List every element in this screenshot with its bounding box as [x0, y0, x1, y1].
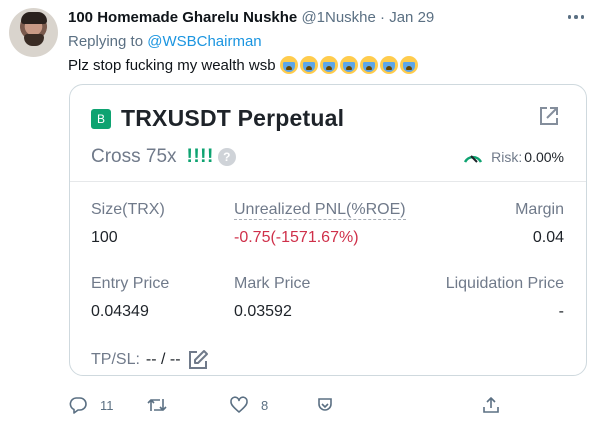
size-label: Size(TRX) [91, 201, 165, 218]
crying-emoji-icon [319, 56, 338, 74]
reply-button[interactable]: 11 [68, 396, 114, 414]
card-divider [70, 181, 586, 182]
crying-emoji-icon [399, 56, 418, 74]
margin-mode: Cross 75x !!!! ? [91, 146, 236, 168]
tpsl-row: TP/SL: -- / -- [91, 349, 209, 371]
crying-emoji-icon [299, 56, 318, 74]
tweet[interactable]: 100 Homemade Gharelu Nuskhe @1Nuskhe · J… [0, 0, 600, 426]
risk-value: 0.00% [524, 149, 564, 165]
margin-mode-text: Cross 75x [91, 146, 177, 167]
tweet-actions: 11 8 [0, 396, 600, 416]
entry-price-label: Entry Price [91, 275, 170, 292]
leverage-warning: !!!! [186, 146, 214, 167]
crying-emoji-icon [339, 56, 358, 74]
reply-icon [69, 397, 87, 414]
like-button[interactable]: 8 [229, 396, 268, 414]
entry-price-value: 0.04349 [91, 303, 149, 320]
replying-to: Replying to @WSBChairman [68, 33, 262, 50]
separator-dot: · [380, 9, 386, 26]
more-icon[interactable] [566, 10, 586, 24]
avatar-beard [24, 34, 44, 46]
tip-button[interactable] [315, 396, 335, 414]
crying-emojis [279, 56, 418, 74]
tip-icon [318, 398, 332, 411]
crying-emoji-icon [359, 56, 378, 74]
margin-value: 0.04 [532, 229, 564, 246]
tweet-text: Plz stop fucking my wealth wsb [68, 56, 418, 74]
pnl-label-text: Unrealized PNL(%ROE) [234, 201, 406, 220]
reply-count: 11 [100, 397, 114, 413]
tweet-header: 100 Homemade Gharelu Nuskhe @1Nuskhe · J… [68, 9, 434, 26]
card-title: TRXUSDT Perpetual [121, 105, 345, 131]
tweet-text-body: Plz stop fucking my wealth wsb [68, 56, 276, 74]
like-count: 8 [261, 397, 269, 413]
tweet-date[interactable]: Jan 29 [389, 9, 434, 26]
retweet-icon [147, 399, 167, 411]
media-card[interactable]: B TRXUSDT Perpetual Cross 75x !!!! ? Ris… [69, 84, 587, 376]
pnl-label: Unrealized PNL(%ROE) [234, 201, 406, 220]
author-handle[interactable]: @1Nuskhe [301, 9, 375, 26]
crying-emoji-icon [279, 56, 298, 74]
risk-label: Risk: [491, 149, 523, 165]
mark-price-value: 0.03592 [234, 303, 292, 320]
expand-icon[interactable] [538, 105, 560, 127]
avatar[interactable] [9, 8, 58, 57]
edit-icon[interactable] [187, 349, 209, 371]
mark-price-label: Mark Price [234, 275, 311, 292]
liquidation-price-value: - [558, 303, 564, 320]
help-icon[interactable]: ? [217, 148, 236, 166]
retweet-button[interactable] [146, 396, 180, 414]
share-button[interactable] [481, 396, 501, 414]
avatar-hair [21, 12, 47, 24]
size-value: 100 [91, 229, 118, 246]
replying-prefix: Replying to [68, 33, 144, 50]
card-header: B TRXUSDT Perpetual [91, 105, 344, 132]
risk-gauge-icon [464, 155, 483, 163]
margin-label: Margin [515, 201, 564, 218]
like-icon [230, 396, 248, 413]
pnl-value: -0.75(-1571.67%) [234, 229, 359, 246]
tpsl-value: -- / -- [145, 351, 181, 368]
risk-indicator: Risk: 0.00% [463, 149, 564, 165]
liquidation-price-label: Liquidation Price [445, 275, 564, 292]
tpsl-label: TP/SL: [91, 351, 140, 368]
binance-logo: B [91, 108, 111, 129]
share-icon [483, 397, 499, 413]
replying-handle-link[interactable]: @WSBChairman [147, 33, 261, 50]
crying-emoji-icon [379, 56, 398, 74]
author-name[interactable]: 100 Homemade Gharelu Nuskhe [68, 9, 297, 26]
